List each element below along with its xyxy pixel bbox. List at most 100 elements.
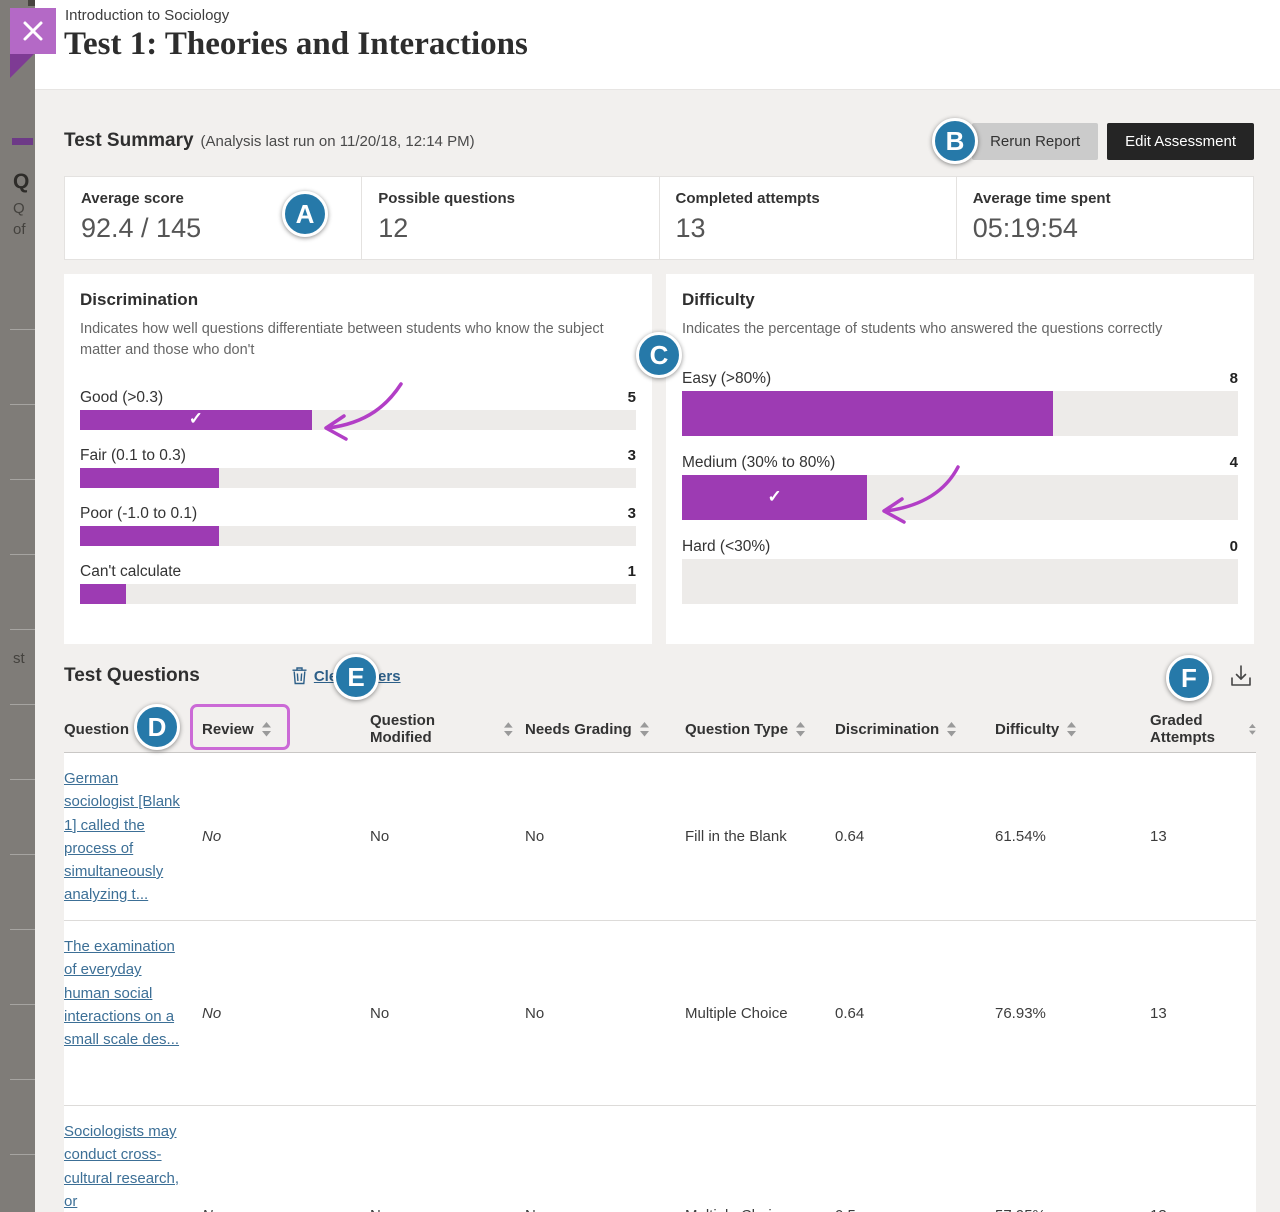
- column-header-question-type[interactable]: Question Type: [673, 706, 823, 752]
- cell-needs-grading: No: [513, 1207, 673, 1212]
- bar-group: Easy (>80%)8: [682, 370, 1238, 436]
- column-header-label: Question Modified: [370, 712, 496, 746]
- column-header-difficulty[interactable]: Difficulty: [983, 706, 1138, 752]
- summary-cards: Average score92.4 / 145Possible question…: [64, 176, 1254, 260]
- bar-head: Easy (>80%)8: [682, 370, 1238, 388]
- cell-discrimination: 0.64: [823, 828, 983, 845]
- question-link[interactable]: The examination of everyday human social…: [64, 938, 179, 1048]
- panel-description: Indicates the percentage of students who…: [682, 319, 1234, 340]
- trash-icon: [292, 667, 307, 685]
- bar-track: [682, 559, 1238, 604]
- bg-fragment-text: Q: [13, 200, 25, 217]
- rerun-report-button[interactable]: Rerun Report: [972, 123, 1098, 160]
- column-header-label: Discrimination: [835, 721, 939, 738]
- close-button[interactable]: [10, 8, 56, 54]
- bar-label: Fair (0.1 to 0.3): [80, 447, 186, 465]
- bar-fill: [80, 468, 219, 488]
- question-link[interactable]: German sociologist [Blank 1] called the …: [64, 770, 180, 903]
- column-header-graded-attempts[interactable]: Graded Attempts: [1138, 706, 1256, 752]
- card-value: 12: [378, 213, 658, 244]
- bar-head: Hard (<30%)0: [682, 538, 1238, 556]
- cell-needs-grading: No: [513, 1005, 673, 1022]
- bar-label: Medium (30% to 80%): [682, 454, 835, 472]
- bar-fill: [682, 391, 1053, 436]
- bar-track: [80, 468, 636, 488]
- column-header-label: Graded Attempts: [1150, 712, 1241, 746]
- bar-label: Poor (-1.0 to 0.1): [80, 505, 197, 523]
- table-row: The examination of everyday human social…: [64, 921, 1256, 1106]
- bar-track: [80, 526, 636, 546]
- cell-discrimination: 0.5: [823, 1207, 983, 1212]
- sort-icon: [640, 722, 649, 737]
- column-header-label: Difficulty: [995, 721, 1059, 738]
- bar-check-icon: ✓: [768, 487, 782, 507]
- card-label: Possible questions: [378, 190, 658, 207]
- dimmed-background: Q Q of st: [0, 0, 35, 1212]
- card-label: Average time spent: [973, 190, 1253, 207]
- panel-title: Difficulty: [682, 290, 1238, 310]
- bar-label: Hard (<30%): [682, 538, 770, 556]
- bar-track: ✓: [682, 475, 1238, 520]
- discrimination-panel: Discrimination Indicates how well questi…: [64, 274, 652, 644]
- column-header-label: Needs Grading: [525, 721, 632, 738]
- bar-group: Medium (30% to 80%) 4 ✓: [682, 454, 1238, 520]
- bar-group: Good (>0.3)5 ✓: [80, 389, 636, 430]
- analysis-last-run-note: (Analysis last run on 11/20/18, 12:14 PM…: [201, 133, 475, 150]
- cell-difficulty: 76.93%: [983, 1005, 1138, 1022]
- sort-icon: [1249, 722, 1256, 737]
- cell-graded-attempts: 13: [1138, 828, 1256, 845]
- test-summary-heading: Test Summary: [64, 130, 194, 152]
- page: Q Q of st Introduction to Sociology Test…: [0, 0, 1280, 1212]
- cell-question-type: Multiple Choice: [673, 1005, 823, 1022]
- column-header-discrimination[interactable]: Discrimination: [823, 706, 983, 752]
- column-header-label: Question Type: [685, 721, 788, 738]
- cell-difficulty: 57.95%: [983, 1207, 1138, 1212]
- cell-question: The examination of everyday human social…: [64, 921, 190, 1063]
- table-body: German sociologist [Blank 1] called the …: [64, 753, 1256, 1212]
- bar-head: Medium (30% to 80%) 4: [682, 454, 1238, 472]
- sort-icon: [1067, 722, 1076, 737]
- download-icon: [1227, 662, 1255, 690]
- summary-card: Possible questions 12: [362, 177, 659, 259]
- edit-assessment-button[interactable]: Edit Assessment: [1107, 123, 1254, 160]
- bar-check-icon: ✓: [189, 409, 203, 429]
- bar-label: Can't calculate: [80, 563, 181, 581]
- bar-head: Can't calculate1: [80, 563, 636, 581]
- bar-count: 3: [628, 505, 636, 522]
- bar-fill: [80, 526, 219, 546]
- cell-question-type: Multiple Choice: [673, 1207, 823, 1212]
- bar-fill: ✓: [682, 475, 867, 520]
- sort-icon: [947, 722, 956, 737]
- bg-fragment-mark: [28, 0, 35, 6]
- table-row: German sociologist [Blank 1] called the …: [64, 753, 1256, 921]
- column-header-question-modified[interactable]: Question Modified: [358, 706, 513, 752]
- cell-needs-grading: No: [513, 828, 673, 845]
- column-header-needs-grading[interactable]: Needs Grading: [513, 706, 673, 752]
- bg-fragment-text: Q: [13, 170, 29, 194]
- cell-review: No: [190, 828, 358, 845]
- close-button-ribbon-tail: [10, 54, 34, 78]
- cell-question-type: Fill in the Blank: [673, 828, 823, 845]
- question-link[interactable]: Sociologists may conduct cross-cultural …: [64, 1123, 179, 1210]
- bar-group: Poor (-1.0 to 0.1) 3: [80, 505, 636, 546]
- difficulty-bars: Easy (>80%)8 Medium (30% to 80%) 4 ✓ Hard (<…: [682, 370, 1238, 604]
- card-label: Completed attempts: [676, 190, 956, 207]
- cell-question-modified: No: [358, 828, 513, 845]
- download-button[interactable]: [1226, 662, 1256, 692]
- cell-discrimination: 0.64: [823, 1005, 983, 1022]
- breadcrumb: Introduction to Sociology: [65, 7, 229, 24]
- bar-count: 8: [1230, 370, 1238, 387]
- difficulty-panel: Difficulty Indicates the percentage of s…: [666, 274, 1254, 644]
- sort-icon: [504, 722, 513, 737]
- bar-head: Good (>0.3)5: [80, 389, 636, 407]
- bar-count: 5: [628, 389, 636, 406]
- bar-count: 4: [1230, 454, 1238, 471]
- cell-question-modified: No: [358, 1005, 513, 1022]
- bar-count: 3: [628, 447, 636, 464]
- bar-fill: [80, 584, 126, 604]
- cell-question: Sociologists may conduct cross-cultural …: [64, 1106, 190, 1212]
- cell-graded-attempts: 13: [1138, 1005, 1256, 1022]
- bar-group: Fair (0.1 to 0.3) 3: [80, 447, 636, 488]
- summary-card: Average time spent05:19:54: [957, 177, 1253, 259]
- bar-head: Poor (-1.0 to 0.1) 3: [80, 505, 636, 523]
